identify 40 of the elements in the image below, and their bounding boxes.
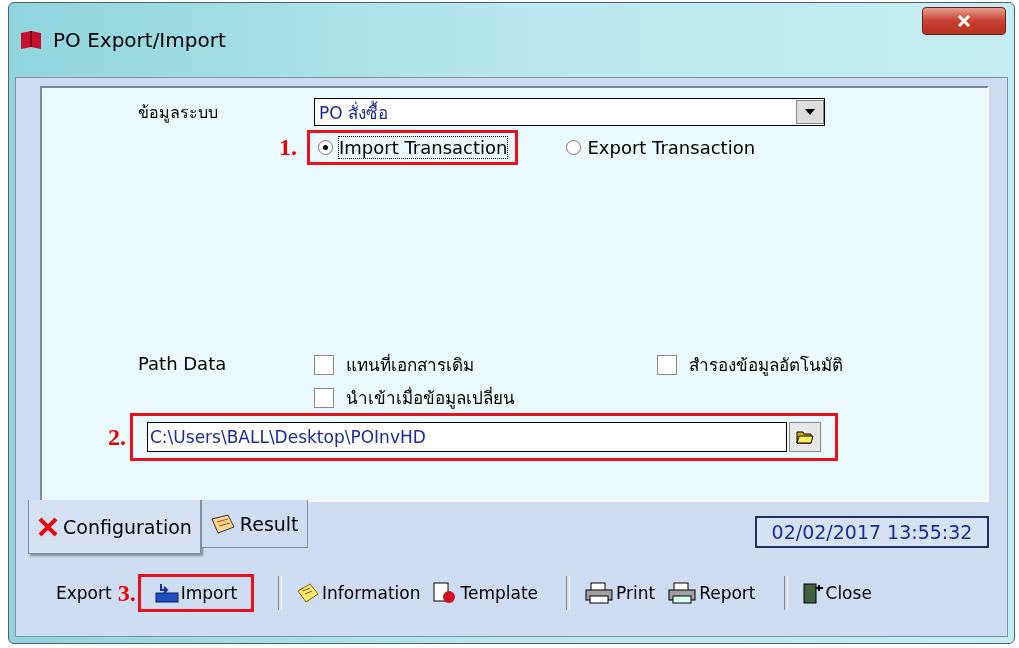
browse-button[interactable] <box>789 422 821 452</box>
printer-icon <box>667 582 698 604</box>
tab[interactable]: Configuration <box>28 500 201 554</box>
checkbox-option[interactable]: แทนที่เอกสารเดิม <box>314 351 657 378</box>
system-dropdown[interactable]: PO สั่งซื้อ <box>314 98 825 126</box>
door-icon <box>801 582 824 604</box>
window-title: PO Export/Import <box>53 28 227 52</box>
cross-icon <box>37 515 59 538</box>
field-label: ข้อมูลระบบ <box>137 101 219 125</box>
tab[interactable]: Result <box>200 500 308 548</box>
keyboard-icon <box>154 583 179 603</box>
radio-button[interactable] <box>566 140 582 155</box>
note-icon <box>209 512 236 535</box>
print-button[interactable]: Print <box>580 578 660 608</box>
caret-icon <box>805 109 815 115</box>
dropdown-button[interactable] <box>796 100 824 124</box>
annotation-number: 3. <box>117 579 136 607</box>
report-button[interactable]: Report <box>663 578 760 608</box>
template-button[interactable]: Template <box>428 578 543 608</box>
close-button[interactable]: Close <box>797 578 876 608</box>
path-field[interactable]: C:\Users\BALL\Desktop\POInvHD <box>147 422 787 452</box>
checkbox-option[interactable]: นำเข้าเมื่อข้อมูลเปลี่ยน <box>314 384 657 411</box>
radio-option[interactable]: Export Transaction <box>558 133 764 162</box>
annotation-number: 2. <box>108 423 126 451</box>
checkbox[interactable] <box>657 354 677 375</box>
checkbox[interactable] <box>314 387 334 408</box>
checkbox-option[interactable]: สำรองข้อมูลอัตโนมัติ <box>657 351 843 378</box>
note-icon <box>296 583 321 603</box>
printer-icon <box>584 582 615 604</box>
toolbar-label: Export <box>56 583 112 603</box>
date-time-display: 02/02/2017 13:55:32 <box>755 516 989 548</box>
annotation-number: 1. <box>279 134 297 161</box>
import-button[interactable]: Import <box>137 574 255 612</box>
radio-button[interactable] <box>318 140 333 155</box>
checkbox[interactable] <box>314 354 334 375</box>
close-icon <box>956 14 972 28</box>
field-label: Path Data <box>137 352 228 374</box>
close-button[interactable] <box>922 7 1006 35</box>
information-button[interactable]: Information <box>292 579 425 607</box>
radio-option[interactable]: Import Transaction <box>307 130 519 165</box>
